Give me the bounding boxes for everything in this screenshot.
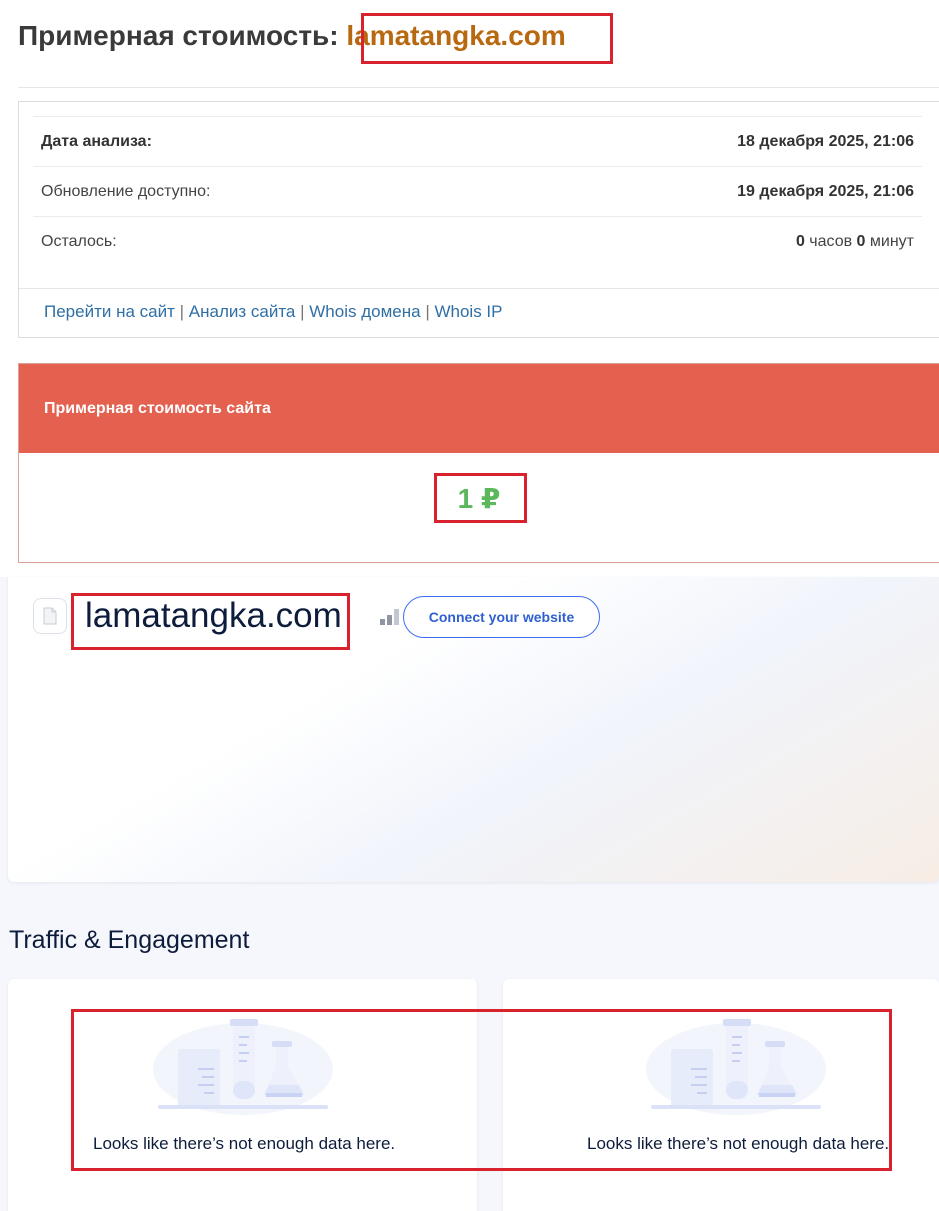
update-available-row: Обновление доступно: 19 декабря 2025, 21…: [33, 166, 922, 216]
site-analysis-link[interactable]: Анализ сайта: [189, 302, 296, 321]
page-title-prefix: Примерная стоимость:: [18, 20, 339, 51]
link-separator: |: [420, 302, 435, 321]
title-divider: [18, 87, 939, 88]
link-separator: |: [295, 302, 310, 321]
site-links: Перейти на сайт | Анализ сайта | Whois д…: [44, 302, 503, 322]
highlight-box-title-domain: [361, 13, 613, 64]
estimated-cost-header: Примерная стоимость сайта: [19, 364, 939, 453]
panel-footer-divider: [19, 288, 939, 289]
estimated-cost-panel: Примерная стоимость сайта 1 ₽: [18, 363, 939, 563]
highlight-box-cost-value: [434, 473, 527, 523]
rank-bars-icon: [380, 609, 400, 630]
connect-website-button[interactable]: Connect your website: [403, 596, 600, 638]
update-available-label: Обновление доступно:: [41, 182, 211, 200]
highlight-box-site-name: [71, 593, 350, 650]
remaining-minutes-unit: минут: [865, 232, 914, 250]
remaining-hours-unit: часов: [804, 232, 857, 250]
go-to-site-link[interactable]: Перейти на сайт: [44, 302, 175, 321]
analysis-date-label: Дата анализа:: [41, 132, 152, 150]
highlight-box-empty-data: [71, 1009, 892, 1171]
analysis-info-table: Дата анализа: 18 декабря 2025, 21:06 Обн…: [33, 116, 922, 266]
remaining-time-label: Осталось:: [41, 232, 117, 250]
analysis-date-row: Дата анализа: 18 декабря 2025, 21:06: [33, 116, 922, 166]
analysis-info-panel: Дата анализа: 18 декабря 2025, 21:06 Обн…: [18, 101, 939, 338]
site-favicon-icon: [33, 598, 67, 634]
traffic-section-title: Traffic & Engagement: [9, 926, 250, 954]
link-separator: |: [174, 302, 189, 321]
remaining-time-value: 0 часов 0 минут: [796, 233, 914, 251]
analysis-date-value: 18 декабря 2025, 21:06: [737, 132, 914, 150]
update-available-value: 19 декабря 2025, 21:06: [737, 182, 914, 200]
estimated-cost-heading: Примерная стоимость сайта: [44, 399, 271, 417]
whois-ip-link[interactable]: Whois IP: [434, 302, 502, 321]
remaining-time-row: Осталось: 0 часов 0 минут: [33, 216, 922, 266]
remaining-hours: 0: [795, 232, 805, 250]
whois-domain-link[interactable]: Whois домена: [309, 302, 420, 321]
